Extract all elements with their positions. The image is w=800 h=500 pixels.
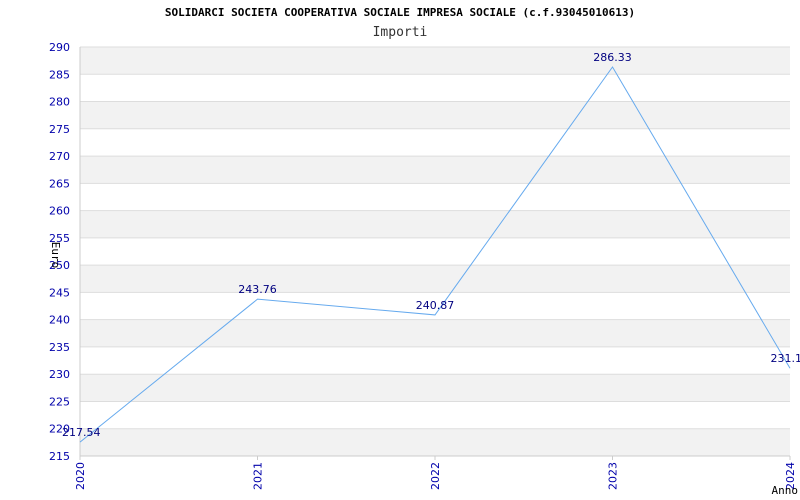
grid-band xyxy=(80,265,790,293)
y-tick-label: 260 xyxy=(49,205,70,218)
data-label: 243.76 xyxy=(238,283,277,296)
y-tick-label: 265 xyxy=(49,177,70,190)
grid-bands xyxy=(80,47,790,456)
x-tick-labels: 2020 2021 2022 2023 2024 xyxy=(74,462,797,490)
y-tick-label: 245 xyxy=(49,286,70,299)
grid-band xyxy=(80,156,790,184)
data-label: 286.33 xyxy=(593,51,632,64)
grid-band xyxy=(80,47,790,75)
y-tick-label: 285 xyxy=(49,68,70,81)
y-tick-label: 270 xyxy=(49,150,70,163)
grid-band xyxy=(80,210,790,238)
y-tick-label: 240 xyxy=(49,314,70,327)
grid-band xyxy=(80,319,790,347)
grid-band xyxy=(80,374,790,402)
y-tick-label: 215 xyxy=(49,450,70,463)
y-tick-label: 230 xyxy=(49,368,70,381)
grid-band xyxy=(80,428,790,456)
data-label: 217.54 xyxy=(62,426,101,439)
y-tick-label: 275 xyxy=(49,123,70,136)
line-chart: 2152202252302352402452502552602652702752… xyxy=(49,41,800,497)
x-tick-label: 2021 xyxy=(252,462,265,490)
y-tick-label: 290 xyxy=(49,41,70,54)
y-axis-label: Euro xyxy=(49,242,62,269)
x-tick-label: 2020 xyxy=(74,462,87,490)
x-axis-label: Anno xyxy=(772,484,799,497)
y-tick-label: 280 xyxy=(49,96,70,109)
y-tick-label: 235 xyxy=(49,341,70,354)
data-label: 240.87 xyxy=(416,299,455,312)
x-tick-label: 2022 xyxy=(429,462,442,490)
y-tick-label: 225 xyxy=(49,395,70,408)
grid-band xyxy=(80,101,790,129)
data-label: 231.1 xyxy=(771,352,800,365)
x-tick-label: 2023 xyxy=(607,462,620,490)
